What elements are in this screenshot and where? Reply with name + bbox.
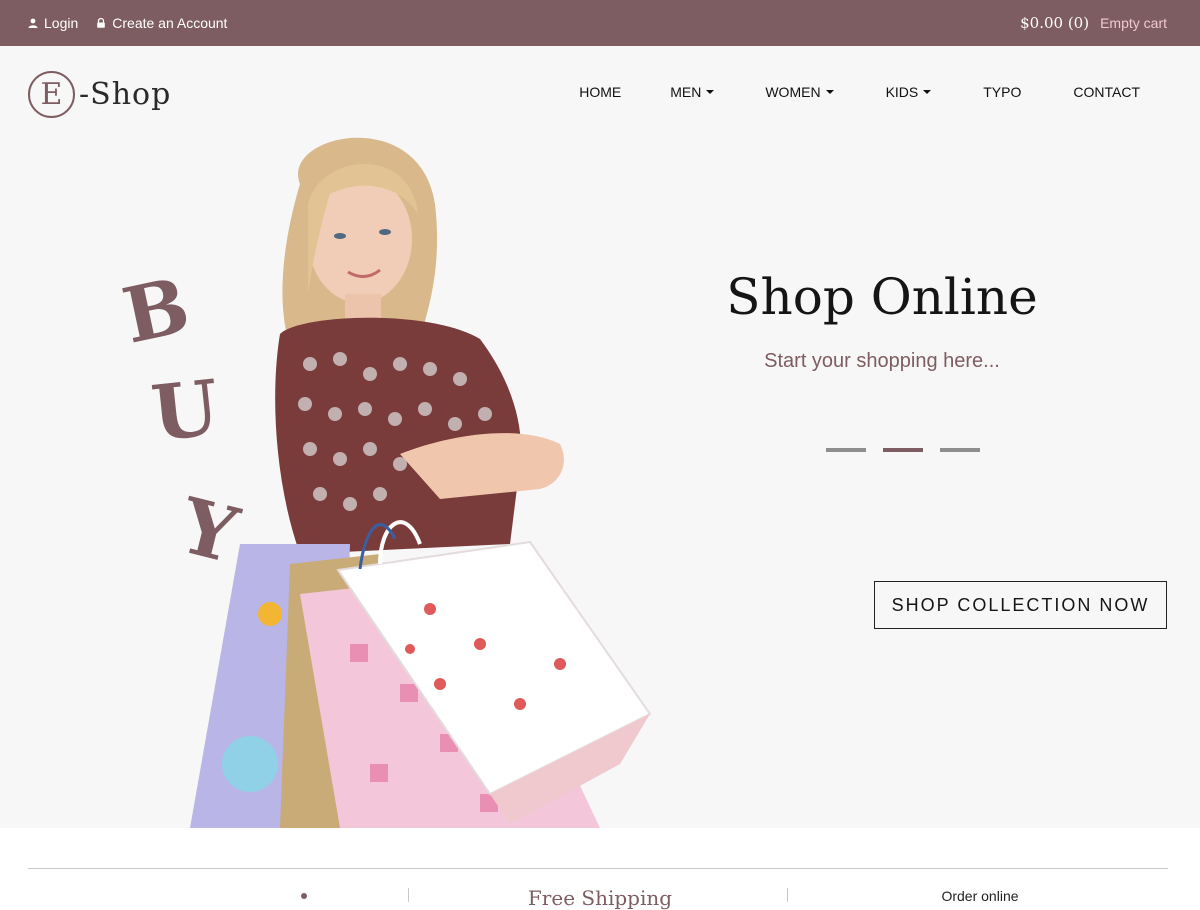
cart-amount[interactable]: $0.00 (0)	[1020, 14, 1089, 32]
slide-indicator-1[interactable]	[826, 448, 866, 452]
login-link[interactable]: Login	[28, 15, 78, 31]
nav-item-kids[interactable]: KIDS	[886, 84, 932, 100]
nav-men-label: MEN	[670, 84, 702, 100]
section-divider	[28, 868, 1168, 869]
shop-collection-button[interactable]: SHOP COLLECTION NOW	[874, 581, 1167, 629]
main-nav: HOME MEN WOMEN KIDS TYPO CONTACT	[579, 84, 1140, 100]
logo-wordmark: -Shop	[79, 77, 172, 112]
nav-contact-label: CONTACT	[1073, 84, 1140, 100]
slide-indicator-2[interactable]	[883, 448, 923, 452]
nav-women-label: WOMEN	[765, 84, 821, 100]
free-shipping-title: Free Shipping	[527, 886, 673, 910]
slider-pagination	[826, 448, 980, 452]
hero-slider: E -Shop HOME MEN WOMEN KIDS TYPO CONTACT…	[0, 46, 1200, 828]
nav-kids-label: KIDS	[885, 84, 919, 100]
slide-indicator-3[interactable]	[940, 448, 980, 452]
create-account-link[interactable]: Create an Account	[96, 15, 227, 31]
features-strip: Free Shipping Order online	[0, 828, 1200, 910]
cart-status-link[interactable]: Empty cart	[1100, 15, 1167, 31]
order-online-title: Order online	[941, 888, 1019, 904]
create-account-label: Create an Account	[112, 15, 228, 31]
nav-home-label: HOME	[579, 84, 622, 100]
top-bar: Login Create an Account $0.00 (0) Empty …	[0, 0, 1200, 46]
hero-title: Shop Online	[726, 268, 1038, 326]
hero-image	[190, 137, 652, 828]
lock-icon	[97, 18, 106, 28]
cart-summary: $0.00 (0) Empty cart	[1020, 0, 1167, 46]
account-links: Login Create an Account	[28, 0, 227, 46]
nav-typo-label: TYPO	[983, 84, 1022, 100]
caret-down-icon	[923, 90, 932, 94]
nav-item-home[interactable]: HOME	[579, 84, 621, 100]
nav-item-contact[interactable]: CONTACT	[1073, 84, 1140, 100]
login-label: Login	[44, 15, 79, 31]
hero-subtitle: Start your shopping here...	[764, 350, 1000, 372]
user-icon	[28, 18, 38, 28]
caret-down-icon	[706, 90, 715, 94]
nav-item-men[interactable]: MEN	[670, 84, 715, 100]
feature-icon	[301, 893, 307, 899]
nav-item-typo[interactable]: TYPO	[983, 84, 1021, 100]
caret-down-icon	[825, 90, 834, 94]
site-logo[interactable]: E -Shop	[28, 71, 171, 118]
nav-item-women[interactable]: WOMEN	[765, 84, 834, 100]
logo-emblem: E	[28, 71, 75, 118]
buy-letter-u: U	[147, 362, 223, 459]
